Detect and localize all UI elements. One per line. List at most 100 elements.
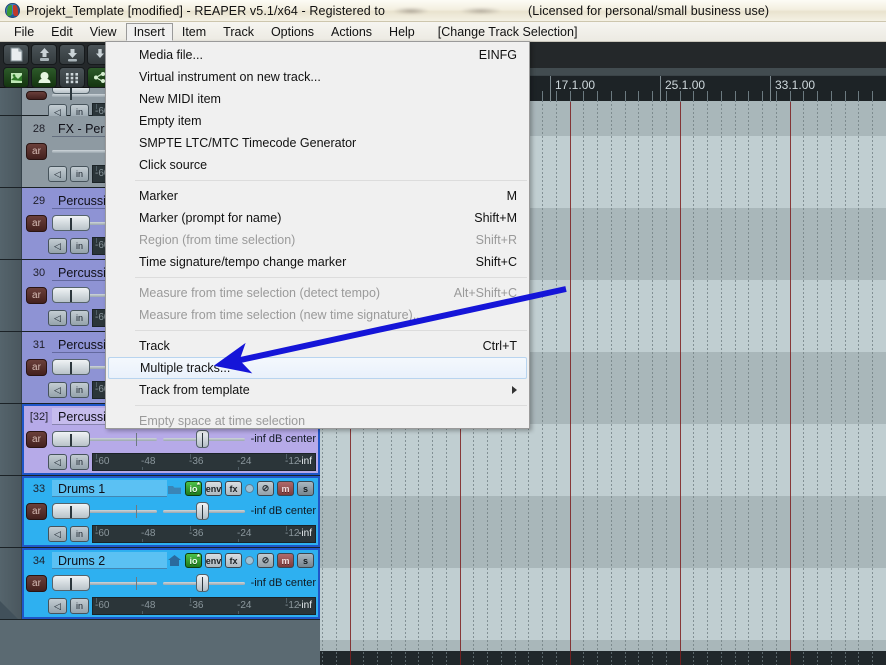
menu-item-media-file[interactable]: Media file... EINFG [106,44,529,66]
menu-item[interactable]: Item [174,23,214,41]
folder-depth-corner [0,601,18,619]
menu-item-track[interactable]: Track Ctrl+T [106,335,529,357]
fx-button[interactable]: fx [225,481,242,496]
monitor-button[interactable]: ◁ [48,526,67,542]
pan-knob[interactable] [195,430,209,448]
automation-mode-button[interactable]: ar [26,286,47,304]
input-button[interactable]: in [70,526,89,542]
input-button[interactable]: in [70,166,89,182]
license-note: (Licensed for personal/small business us… [528,3,770,18]
automation-mode-button[interactable]: ar [26,214,47,232]
track-name-field[interactable]: Drums 2 [52,552,167,569]
media-explorer-icon[interactable] [3,67,29,88]
input-button[interactable]: in [70,454,89,470]
record-arm-icon[interactable] [245,556,254,565]
automation-mode-button[interactable]: ar [26,142,47,160]
phase-invert-button[interactable]: ⊘ [257,553,274,568]
menu-options[interactable]: Options [263,23,322,41]
folder-icon[interactable] [167,482,182,495]
track-row[interactable]: 33 Drums 1 ioenvfx ⊘ms ar -inf dB center ◁in -6… [0,476,320,548]
record-arm-icon[interactable] [245,484,254,493]
automation-mode-button[interactable]: ar [26,358,47,376]
arrange-gridline [803,88,804,665]
menu-item-track-from-template[interactable]: Track from template [106,379,529,401]
menu-item-virtual-instrument-on-new-track[interactable]: Virtual instrument on new track... [106,66,529,88]
menu-item-smpte-ltc-mtc-timecode-generator[interactable]: SMPTE LTC/MTC Timecode Generator [106,132,529,154]
fader-knob[interactable] [52,431,90,447]
fader-knob[interactable] [52,359,90,375]
volume-fader[interactable] [52,502,157,520]
insert-menu-dropdown[interactable]: Media file... EINFG Virtual instrument on … [105,41,530,429]
automation-mode-button[interactable]: ar [26,430,47,448]
pan-slider[interactable] [162,502,245,520]
ruler-tick [790,91,791,102]
open-project-icon[interactable] [31,44,57,65]
track-body[interactable]: 34 Drums 2 ioenvfx ⊘ms ar -inf dB center ◁in -6… [22,548,320,619]
input-button[interactable]: in [70,382,89,398]
pan-slider[interactable] [162,574,245,592]
menu-help[interactable]: Help [381,23,423,41]
save-project-icon[interactable] [59,44,85,65]
pan-slider[interactable] [162,430,245,448]
monitor-button[interactable]: ◁ [48,454,67,470]
mixer-icon[interactable] [31,67,57,88]
mute-button[interactable]: m [277,481,294,496]
monitor-button[interactable]: ◁ [48,238,67,254]
automation-mode-button[interactable]: ar [26,502,47,520]
menu-track[interactable]: Track [215,23,262,41]
menu-item-empty-item[interactable]: Empty item [106,110,529,132]
ruler-tick [721,91,722,102]
menu-item-new-midi-item[interactable]: New MIDI item [106,88,529,110]
input-button[interactable]: in [70,310,89,326]
arm-record-button[interactable] [26,90,47,100]
fader-knob[interactable] [52,287,90,303]
fader-knob[interactable] [52,88,90,100]
track-meter[interactable]: -60-48-36-24-12-inf [92,453,316,471]
phase-invert-button[interactable]: ⊘ [257,481,274,496]
io-button[interactable]: io [185,481,202,496]
fader-knob[interactable] [52,503,90,519]
monitor-button[interactable]: ◁ [48,166,67,182]
input-button[interactable]: in [70,598,89,614]
folder-icon[interactable] [167,554,182,567]
io-button[interactable]: io [185,553,202,568]
track-body[interactable]: 33 Drums 1 ioenvfx ⊘ms ar -inf dB center ◁in -6… [22,476,320,547]
menu-item-measure-from-time-selection-detect-tempo: Measure from time selection (detect temp… [106,282,529,304]
fx-button[interactable]: fx [225,553,242,568]
monitor-button[interactable]: ◁ [48,382,67,398]
pan-knob[interactable] [195,574,209,592]
menubar: File Edit View Insert Item Track Options… [0,22,886,42]
menu-file[interactable]: File [6,23,42,41]
menu-insert[interactable]: Insert [125,22,173,41]
menu-item-click-source[interactable]: Click source [106,154,529,176]
monitor-button[interactable]: ◁ [48,310,67,326]
track-row[interactable]: 34 Drums 2 ioenvfx ⊘ms ar -inf dB center ◁in -6… [0,548,320,620]
mute-button[interactable]: m [277,553,294,568]
menu-item-marker[interactable]: Marker M [106,185,529,207]
menu-view[interactable]: View [82,23,125,41]
track-meter[interactable]: -60-48-36-24-12-inf [92,597,316,615]
ruler-tick [762,91,763,102]
menu-edit[interactable]: Edit [43,23,81,41]
new-project-icon[interactable] [3,44,29,65]
menu-item-multiple-tracks[interactable]: Multiple tracks... [108,357,527,379]
solo-button[interactable]: s [297,553,314,568]
menu-item-marker-prompt-for-name[interactable]: Marker (prompt for name) Shift+M [106,207,529,229]
automation-mode-button[interactable]: ar [26,574,47,592]
volume-fader[interactable] [52,574,157,592]
input-button[interactable]: in [70,238,89,254]
track-name-field[interactable]: Drums 1 [52,480,167,497]
track-meter[interactable]: -60-48-36-24-12-inf [92,525,316,543]
volume-fader[interactable] [52,430,157,448]
menu-actions[interactable]: Actions [323,23,380,41]
pan-knob[interactable] [195,502,209,520]
fader-knob[interactable] [52,575,90,591]
monitor-button[interactable]: ◁ [48,598,67,614]
solo-button[interactable]: s [297,481,314,496]
menu-item-shortcut: Shift+M [474,211,517,225]
matrix-grid-icon[interactable] [59,67,85,88]
env-button[interactable]: env [205,481,222,496]
env-button[interactable]: env [205,553,222,568]
fader-knob[interactable] [52,215,90,231]
menu-item-time-signature-tempo-change-marker[interactable]: Time signature/tempo change marker Shift+… [106,251,529,273]
